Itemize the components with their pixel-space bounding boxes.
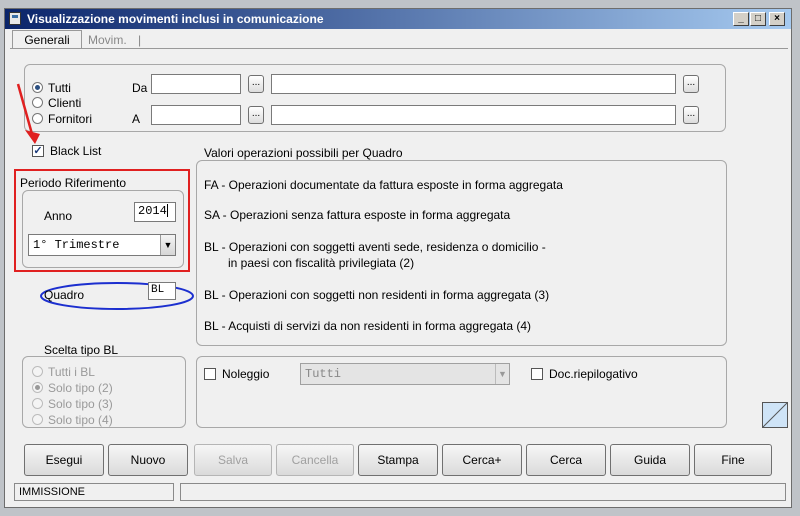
radio-tutti-bl-label: Tutti i BL bbox=[48, 365, 95, 379]
noleggio-select[interactable]: Tutti bbox=[300, 363, 510, 385]
radio-solo-tipo-2-label: Solo tipo (2) bbox=[48, 381, 113, 395]
noleggio-select-value: Tutti bbox=[305, 367, 342, 381]
da-label: Da bbox=[132, 81, 148, 95]
trimestre-value: 1° Trimestre bbox=[33, 238, 120, 252]
noleggio-chevron-down-icon[interactable]: ▼ bbox=[495, 364, 509, 384]
valori-line-sa: SA - Operazioni senza fattura esposte in… bbox=[204, 208, 511, 222]
maximize-button[interactable]: □ bbox=[750, 12, 766, 26]
close-button[interactable]: × bbox=[769, 12, 785, 26]
radio-solo-tipo-3[interactable] bbox=[32, 398, 43, 409]
a-description-input[interactable] bbox=[271, 105, 676, 125]
radio-solo-tipo-2[interactable] bbox=[32, 382, 43, 393]
valori-line-bl2-cont: in paesi con fiscalità privilegiata (2) bbox=[228, 256, 415, 270]
radio-solo-tipo-3-label: Solo tipo (3) bbox=[48, 397, 113, 411]
cerca-button[interactable]: Cerca bbox=[526, 444, 606, 476]
black-list-checkbox[interactable]: ✓ bbox=[32, 145, 44, 157]
cerca-plus-button[interactable]: Cerca+ bbox=[442, 444, 522, 476]
esegui-button[interactable]: Esegui bbox=[24, 444, 104, 476]
noleggio-label: Noleggio bbox=[222, 367, 270, 381]
a-label: A bbox=[132, 112, 141, 126]
app-icon bbox=[9, 12, 21, 25]
title-bar: Visualizzazione movimenti inclusi in com… bbox=[5, 9, 791, 29]
doc-riepilogativo-checkbox[interactable] bbox=[531, 368, 543, 380]
stampa-button[interactable]: Stampa bbox=[358, 444, 438, 476]
status-message bbox=[180, 483, 786, 501]
valori-line-bl2: BL - Operazioni con soggetti aventi sede… bbox=[204, 240, 546, 254]
da-description-lookup-button[interactable]: ... bbox=[683, 75, 699, 93]
da-code-input[interactable] bbox=[151, 74, 241, 94]
anno-label: Anno bbox=[44, 209, 73, 223]
radio-solo-tipo-4-label: Solo tipo (4) bbox=[48, 413, 113, 427]
annotation-arrow-icon bbox=[16, 83, 40, 144]
quadro-label: Quadro bbox=[44, 288, 85, 302]
guida-button[interactable]: Guida bbox=[610, 444, 690, 476]
valori-line-bl3: BL - Operazioni con soggetti non residen… bbox=[204, 288, 550, 302]
valori-line-fa: FA - Operazioni documentate da fattura e… bbox=[204, 178, 563, 192]
radio-fornitori-label: Fornitori bbox=[48, 112, 93, 126]
cancella-button[interactable]: Cancella bbox=[276, 444, 354, 476]
anno-value: 2014 bbox=[138, 204, 167, 218]
tab-movim[interactable]: Movim. | bbox=[88, 30, 158, 48]
anno-input[interactable]: 2014 bbox=[134, 202, 176, 222]
nuovo-button[interactable]: Nuovo bbox=[108, 444, 188, 476]
tab-separator: | bbox=[138, 33, 142, 47]
a-lookup-button[interactable]: ... bbox=[248, 106, 264, 124]
scelta-title: Scelta tipo BL bbox=[44, 343, 119, 357]
doc-riepilogativo-label: Doc.riepilogativo bbox=[549, 367, 638, 381]
a-code-input[interactable] bbox=[151, 105, 241, 125]
valori-line-bl4: BL - Acquisti di servizi da non resident… bbox=[204, 319, 532, 333]
tab-generali[interactable]: Generali bbox=[12, 30, 82, 48]
radio-tutti-bl[interactable] bbox=[32, 366, 43, 377]
quadro-value: BL bbox=[151, 284, 165, 296]
radio-tutti-label: Tutti bbox=[48, 81, 71, 95]
quadro-input[interactable]: BL bbox=[148, 282, 176, 300]
window-title: Visualizzazione movimenti inclusi in com… bbox=[27, 12, 324, 26]
trimestre-select[interactable]: 1° Trimestre bbox=[28, 234, 176, 256]
da-description-input[interactable] bbox=[271, 74, 676, 94]
periodo-title: Periodo Riferimento bbox=[20, 176, 127, 190]
tab-movim-label: Movim. bbox=[88, 33, 127, 47]
a-description-lookup-button[interactable]: ... bbox=[683, 106, 699, 124]
chevron-down-icon[interactable]: ▼ bbox=[160, 235, 175, 255]
resize-corner-icon[interactable] bbox=[762, 402, 788, 428]
radio-solo-tipo-4[interactable] bbox=[32, 414, 43, 425]
black-list-label: Black List bbox=[50, 144, 102, 158]
fine-button[interactable]: Fine bbox=[694, 444, 772, 476]
radio-clienti-label: Clienti bbox=[48, 96, 82, 110]
valori-title: Valori operazioni possibili per Quadro bbox=[204, 146, 403, 160]
minimize-button[interactable]: _ bbox=[733, 12, 749, 26]
status-mode: IMMISSIONE bbox=[14, 483, 174, 501]
noleggio-checkbox[interactable] bbox=[204, 368, 216, 380]
salva-button[interactable]: Salva bbox=[194, 444, 272, 476]
da-lookup-button[interactable]: ... bbox=[248, 75, 264, 93]
